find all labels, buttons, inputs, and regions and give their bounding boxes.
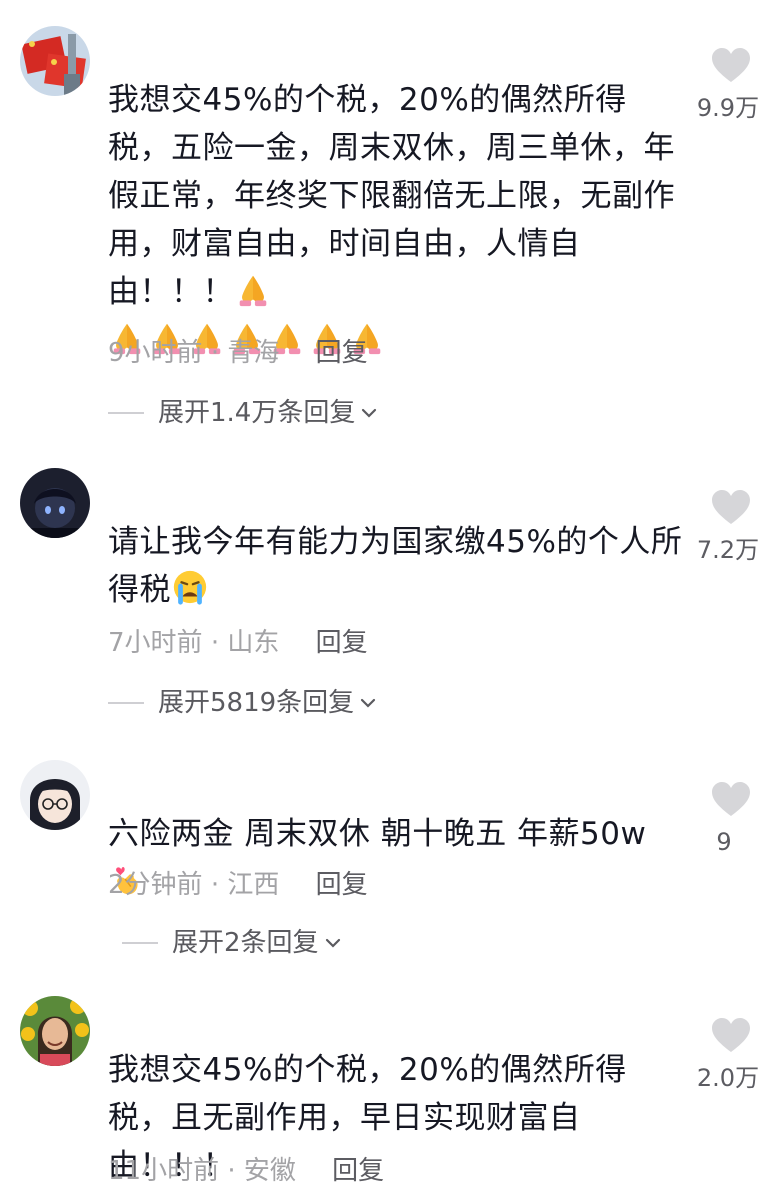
comment-meta: 2分钟前 · 江西 回复 — [108, 868, 368, 902]
flag-avatar-icon — [20, 26, 90, 96]
chevron-down-icon — [361, 698, 376, 708]
comment-location: 山东 — [227, 628, 280, 658]
comment-time: 9小时前 — [108, 338, 203, 368]
divider-dash — [122, 942, 158, 944]
expand-replies-button[interactable]: 展开5819条回复 — [108, 686, 378, 720]
like-count: 2.0万 — [696, 1064, 760, 1092]
comment-body: 我想交45%的个税，20%的偶然所得税，五险一金，周末双休，周三单休，年假正常，… — [108, 82, 675, 310]
expand-replies-label: 展开1.4万条回复 — [158, 398, 356, 428]
comment-location: 江西 — [227, 870, 280, 900]
like-count: 9.9万 — [696, 94, 760, 122]
pray-emoji-icon — [234, 270, 272, 308]
comment-text: 我想交45%的个税，20%的偶然所得税，五险一金，周末双休，周三单休，年假正常，… — [108, 76, 683, 364]
comment-time: 11小时前 — [108, 1156, 220, 1186]
avatar[interactable] — [20, 996, 90, 1066]
comment-meta: 9小时前 · 青海 回复 — [108, 336, 368, 370]
divider-dash — [108, 412, 144, 414]
expand-replies-button[interactable]: 展开1.4万条回复 — [108, 396, 379, 430]
reply-button[interactable]: 回复 — [316, 338, 368, 368]
like-area: 9 — [686, 780, 764, 858]
heart-like-icon[interactable] — [710, 780, 752, 818]
avatar[interactable] — [20, 760, 90, 830]
comment-location: 青海 — [227, 338, 280, 368]
like-area: 9.9万 — [686, 46, 764, 124]
reply-button[interactable]: 回复 — [316, 870, 368, 900]
comment-time: 7小时前 — [108, 628, 203, 658]
like-area: 2.0万 — [686, 1016, 764, 1094]
comment-location: 安徽 — [243, 1156, 296, 1186]
crying-face-emoji-icon — [171, 568, 209, 606]
heart-like-icon[interactable] — [710, 46, 752, 84]
meta-dot: · — [210, 870, 228, 900]
comment-text: 请让我今年有能力为国家缴45%的个人所得税 — [108, 518, 683, 614]
comment-body: 六险两金 周末双休 朝十晚五 年薪50w — [108, 816, 647, 852]
comment-meta: 11小时前 · 安徽 回复 — [108, 1154, 384, 1188]
comment-time: 2分钟前 — [108, 870, 203, 900]
divider-dash — [108, 702, 144, 704]
anime-glasses-avatar-icon — [20, 760, 90, 830]
comment-meta: 7小时前 · 山东 回复 — [108, 626, 368, 660]
reply-button[interactable]: 回复 — [332, 1156, 384, 1186]
like-count: 7.2万 — [696, 536, 760, 564]
heart-like-icon[interactable] — [710, 1016, 752, 1054]
reply-button[interactable]: 回复 — [316, 628, 368, 658]
chevron-down-icon — [325, 938, 340, 948]
heart-like-icon[interactable] — [710, 488, 752, 526]
like-count: 9 — [716, 828, 732, 856]
anime-dark-avatar-icon — [20, 468, 90, 538]
like-area: 7.2万 — [686, 488, 764, 566]
expand-replies-button[interactable]: 展开2条回复 — [122, 926, 343, 960]
chevron-down-icon — [362, 408, 377, 418]
expand-replies-label: 展开5819条回复 — [158, 688, 355, 718]
meta-dot: · — [210, 628, 228, 658]
expand-replies-label: 展开2条回复 — [172, 928, 319, 958]
meta-dot: · — [227, 1156, 244, 1186]
meta-dot: · — [210, 338, 228, 368]
sunflower-photo-avatar-icon — [20, 996, 90, 1066]
avatar[interactable] — [20, 26, 90, 96]
avatar[interactable] — [20, 468, 90, 538]
